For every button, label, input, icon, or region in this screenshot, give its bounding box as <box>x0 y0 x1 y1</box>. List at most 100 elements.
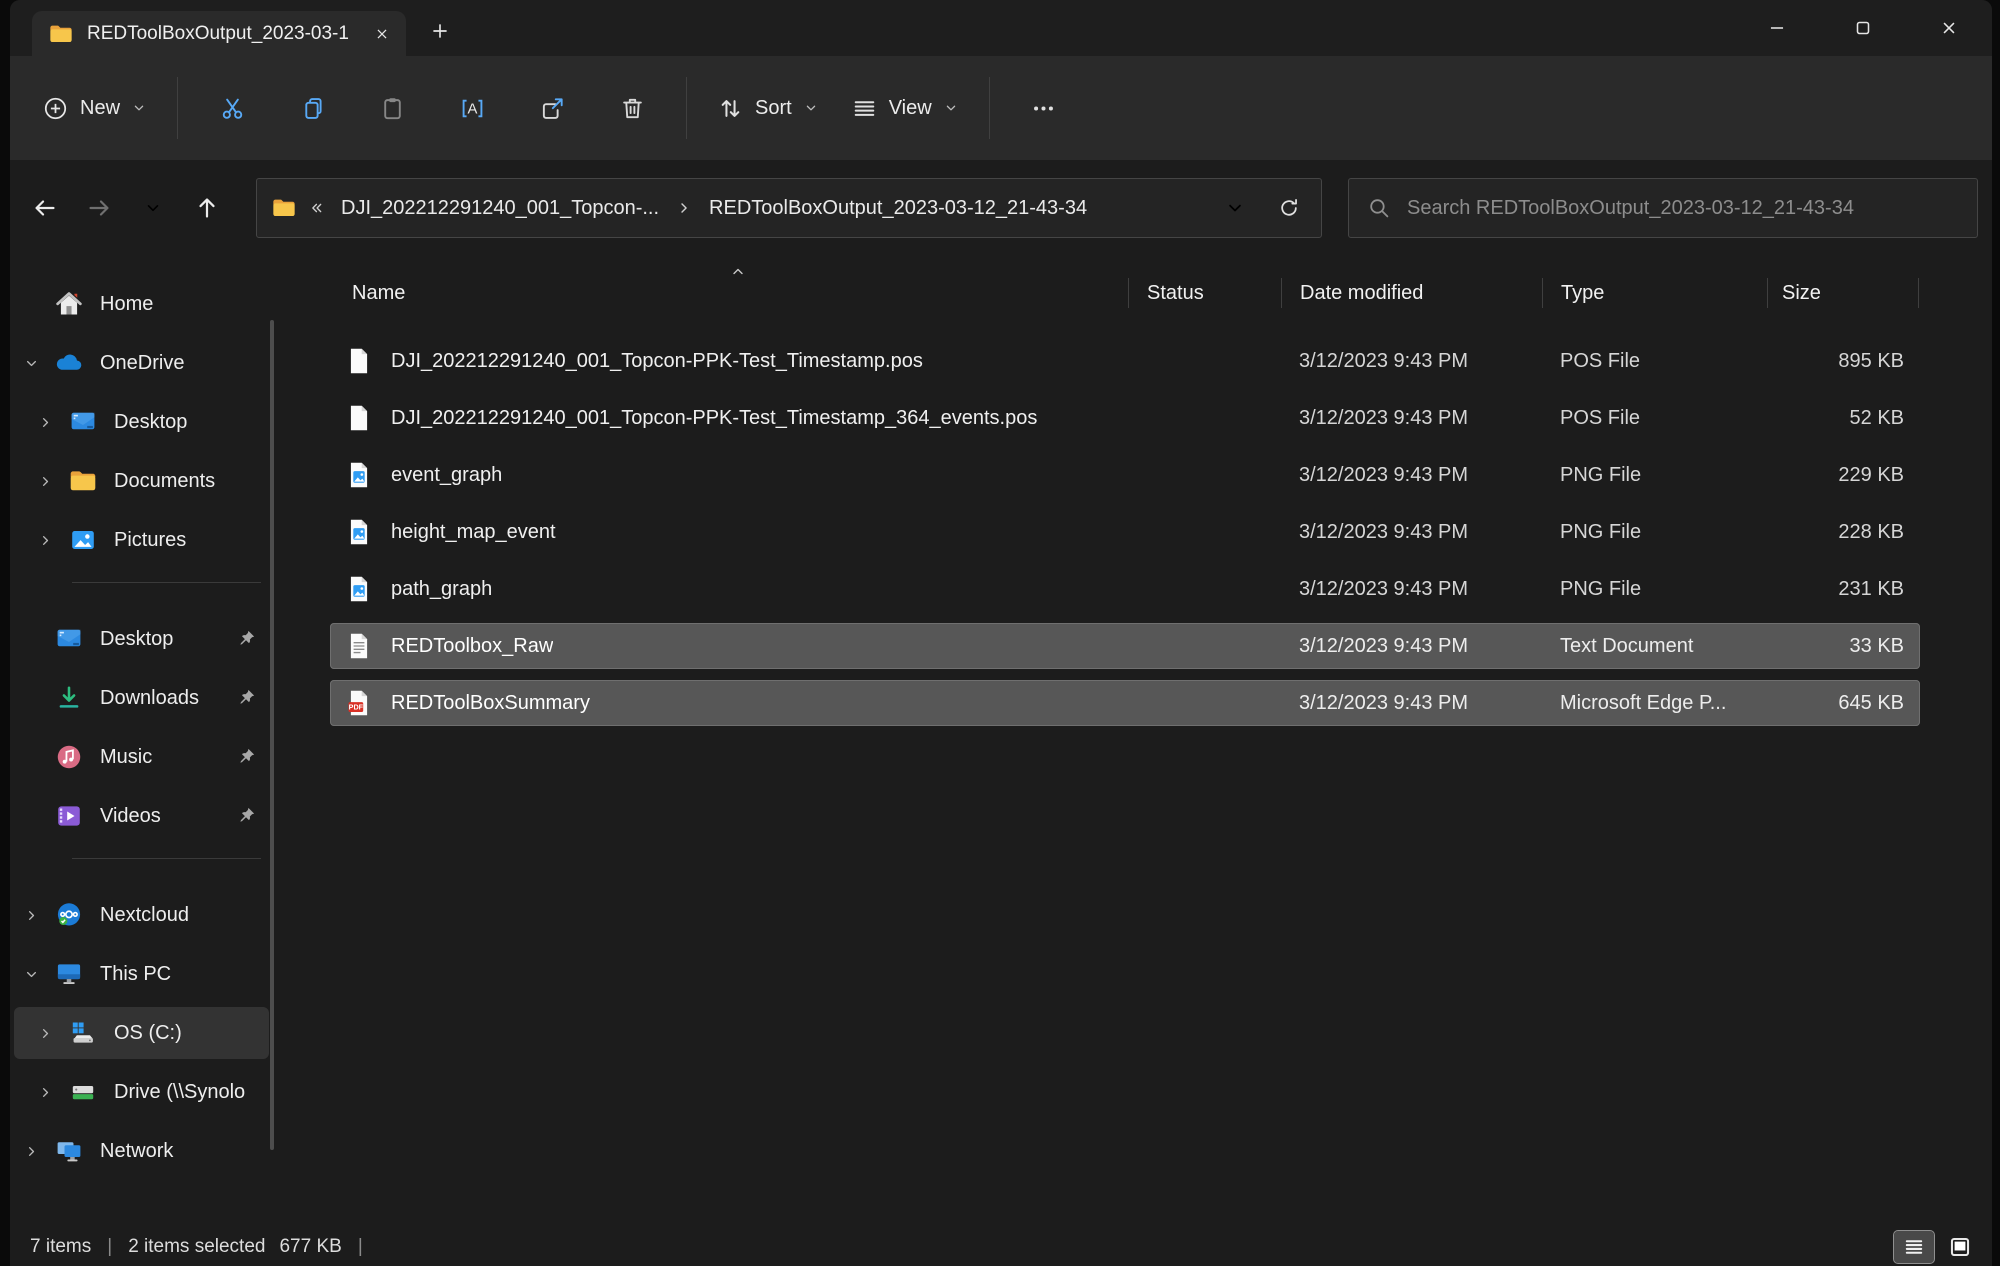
svg-text:A: A <box>467 101 477 117</box>
folder-icon <box>271 195 297 221</box>
file-row[interactable]: DJI_202212291240_001_Topcon-PPK-Test_Tim… <box>330 395 1920 441</box>
sidebar-item-music[interactable]: Music <box>14 731 269 783</box>
file-row[interactable]: height_map_event 3/12/2023 9:43 PM PNG F… <box>330 509 1920 555</box>
breadcrumb-parent[interactable]: DJI_202212291240_001_Topcon-... <box>335 193 665 224</box>
new-button[interactable]: New <box>26 79 163 137</box>
copy-button[interactable] <box>272 79 352 137</box>
column-header-type[interactable]: Type <box>1542 278 1767 308</box>
tab-title: REDToolBoxOutput_2023-03-1 <box>87 23 353 45</box>
cut-button[interactable] <box>192 79 272 137</box>
column-header-row: Name Status Date modified Type Size <box>330 270 1920 316</box>
column-header-name[interactable]: Name <box>330 278 1128 308</box>
chevron-down-icon[interactable] <box>16 964 46 984</box>
sidebar-item-desktop-onedrive[interactable]: Desktop <box>14 396 269 448</box>
chevron-right-icon[interactable] <box>16 1141 46 1161</box>
chevron-right-icon[interactable] <box>30 412 60 432</box>
chevron-right-icon <box>675 199 693 217</box>
trash-icon <box>619 95 646 122</box>
file-row[interactable]: PDF REDToolBoxSummary 3/12/2023 9:43 PM … <box>330 680 1920 726</box>
chevron-right-icon[interactable] <box>30 530 60 550</box>
this-pc-icon <box>54 959 84 989</box>
breadcrumb-current[interactable]: REDToolBoxOutput_2023-03-12_21-43-34 <box>703 193 1093 224</box>
sidebar-item-pictures[interactable]: Pictures <box>14 514 269 566</box>
paste-button[interactable] <box>352 79 432 137</box>
refresh-button[interactable] <box>1267 186 1311 230</box>
rename-button[interactable]: A <box>432 79 512 137</box>
file-blank-icon <box>344 346 374 376</box>
home-icon <box>54 289 84 319</box>
sidebar-item-os-c[interactable]: OS (C:) <box>14 1007 269 1059</box>
file-row[interactable]: path_graph 3/12/2023 9:43 PM PNG File 23… <box>330 566 1920 612</box>
navigation-pane: Home OneDrive Desktop Documents Pictures… <box>10 256 275 1228</box>
details-view-button[interactable] <box>1894 1231 1934 1263</box>
address-bar[interactable]: DJI_202212291240_001_Topcon-... REDToolB… <box>256 178 1322 238</box>
minimize-button[interactable] <box>1734 0 1820 56</box>
column-header-status[interactable]: Status <box>1128 278 1281 308</box>
address-dropdown-button[interactable] <box>1213 186 1257 230</box>
share-button[interactable] <box>512 79 592 137</box>
sort-button[interactable]: Sort <box>701 79 835 137</box>
command-bar: New A Sort View <box>10 56 1992 160</box>
file-blank-icon <box>344 403 374 433</box>
view-button[interactable]: View <box>835 79 975 137</box>
sidebar-item-downloads[interactable]: Downloads <box>14 672 269 724</box>
forward-button[interactable] <box>72 181 126 235</box>
pin-icon <box>235 687 257 709</box>
large-thumbnails-view-button[interactable] <box>1940 1231 1980 1263</box>
file-image-icon <box>344 517 374 547</box>
selection-size: 677 KB <box>279 1236 341 1258</box>
file-row[interactable]: DJI_202212291240_001_Topcon-PPK-Test_Tim… <box>330 338 1920 384</box>
back-arrow-icon <box>32 195 58 221</box>
maximize-button[interactable] <box>1820 0 1906 56</box>
more-options-button[interactable] <box>1004 79 1084 137</box>
sidebar-item-home[interactable]: Home <box>14 278 269 330</box>
chevrons-left-icon[interactable] <box>307 199 325 217</box>
share-icon <box>539 95 566 122</box>
sidebar-item-onedrive[interactable]: OneDrive <box>14 337 269 389</box>
pin-icon <box>235 746 257 768</box>
chevron-down-icon <box>1224 197 1246 219</box>
videos-icon <box>54 801 84 831</box>
up-button[interactable] <box>180 181 234 235</box>
new-tab-button[interactable] <box>420 11 460 51</box>
sort-button-label: Sort <box>755 97 792 120</box>
chevron-down-icon <box>943 100 959 116</box>
column-header-date-modified[interactable]: Date modified <box>1281 278 1542 308</box>
desktop-icon <box>68 407 98 437</box>
close-icon <box>1938 17 1960 39</box>
network-icon <box>54 1136 84 1166</box>
status-bar: 7 items | 2 items selected 677 KB | <box>10 1228 1992 1266</box>
minimize-icon <box>1766 17 1788 39</box>
chevron-right-icon[interactable] <box>30 1082 60 1102</box>
recent-locations-button[interactable] <box>126 181 180 235</box>
tab-current[interactable]: REDToolBoxOutput_2023-03-1 <box>32 11 406 56</box>
os-drive-icon <box>68 1018 98 1048</box>
chevron-down-icon[interactable] <box>16 353 46 373</box>
sidebar-item-documents[interactable]: Documents <box>14 455 269 507</box>
search-icon <box>1367 196 1391 220</box>
column-header-size[interactable]: Size <box>1767 278 1919 308</box>
sidebar-scrollbar[interactable] <box>270 320 274 1150</box>
chevron-right-icon[interactable] <box>30 1023 60 1043</box>
back-button[interactable] <box>18 181 72 235</box>
file-row[interactable]: REDToolbox_Raw 3/12/2023 9:43 PM Text Do… <box>330 623 1920 669</box>
sidebar-item-videos[interactable]: Videos <box>14 790 269 842</box>
sidebar-item-drive-synology[interactable]: Drive (\\Synolo <box>14 1066 269 1118</box>
pin-icon <box>235 805 257 827</box>
view-toggles <box>1894 1231 1980 1263</box>
file-row[interactable]: event_graph 3/12/2023 9:43 PM PNG File 2… <box>330 452 1920 498</box>
chevron-right-icon[interactable] <box>16 905 46 925</box>
forward-arrow-icon <box>86 195 112 221</box>
chevron-right-icon[interactable] <box>30 471 60 491</box>
sidebar-item-this-pc[interactable]: This PC <box>14 948 269 1000</box>
sidebar-item-nextcloud[interactable]: Nextcloud <box>14 889 269 941</box>
delete-button[interactable] <box>592 79 672 137</box>
sidebar-divider <box>72 582 261 583</box>
close-window-button[interactable] <box>1906 0 1992 56</box>
file-explorer-window: REDToolBoxOutput_2023-03-1 New A <box>10 0 1992 1266</box>
tab-close-button[interactable] <box>366 18 398 50</box>
nextcloud-icon <box>54 900 84 930</box>
sidebar-item-desktop-pinned[interactable]: Desktop <box>14 613 269 665</box>
sidebar-item-network[interactable]: Network <box>14 1125 269 1177</box>
search-box[interactable]: Search REDToolBoxOutput_2023-03-12_21-43… <box>1348 178 1978 238</box>
